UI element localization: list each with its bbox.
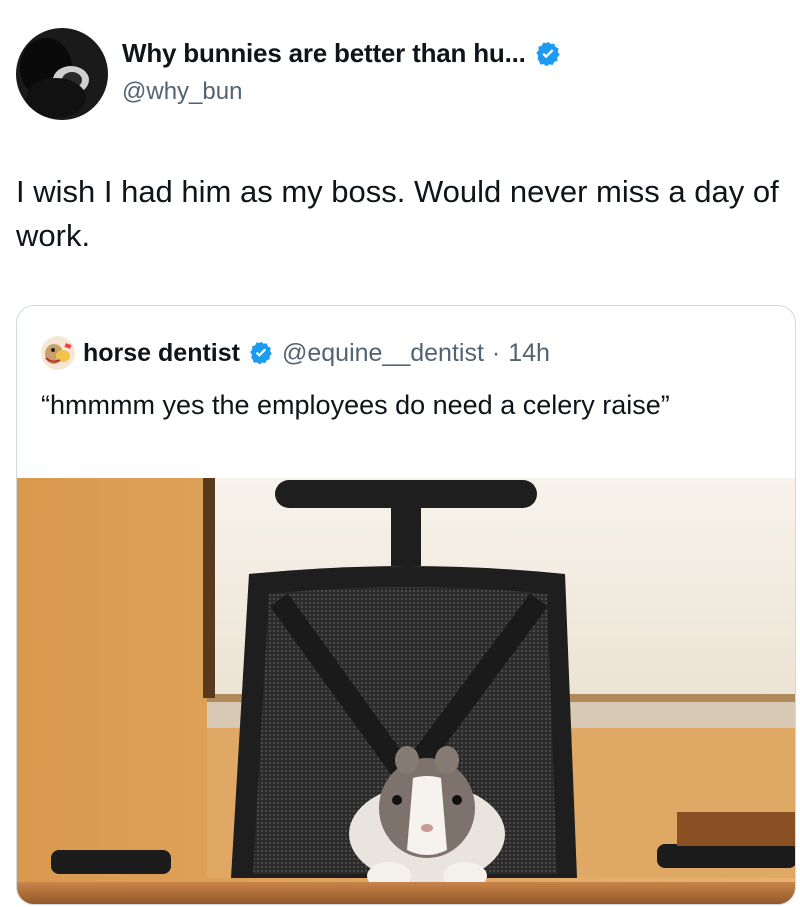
verified-badge-icon [536,41,560,66]
quoted-post-text: “hmmmm yes the employees do need a celer… [41,390,670,420]
quoted-author-handle[interactable]: @equine__dentist [282,339,484,368]
quoted-separator: · [491,338,501,367]
author-name[interactable]: Why bunnies are better than hu... [122,38,526,69]
verified-badge-icon [250,341,272,365]
black-bunny-avatar-icon [16,28,108,120]
author-handle[interactable]: @why_bun [122,78,242,106]
author-avatar[interactable] [16,28,108,120]
author-name-row: Why bunnies are better than hu... [122,38,562,69]
quoted-author-avatar[interactable] [41,336,75,370]
post-text: I wish I had him as my boss. Would never… [16,174,779,253]
quoted-post-image[interactable] [17,478,795,904]
quoted-post-card[interactable]: horse dentist @equine__dentist · 14h “hm… [16,305,796,905]
quoted-post-header: horse dentist @equine__dentist · 14h [41,336,550,370]
quoted-timestamp[interactable]: 14h [508,339,550,368]
cartoon-horse-avatar-icon [41,336,75,370]
quoted-author-name[interactable]: horse dentist [83,339,240,368]
bunny-boss-photo [17,478,795,904]
